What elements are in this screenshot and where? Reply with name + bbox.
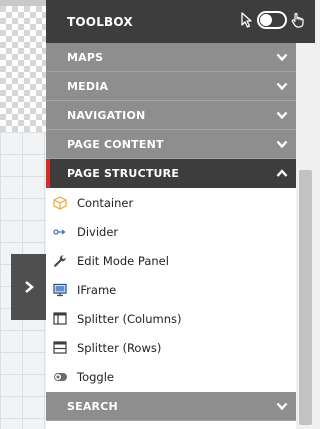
active-section-accent: [46, 159, 50, 188]
mode-toggle-switch[interactable]: [257, 11, 287, 29]
section-page-content[interactable]: PAGE CONTENT: [46, 130, 296, 159]
toolbox-item-container[interactable]: Container: [46, 188, 296, 217]
toolbox-item-label: Splitter (Rows): [77, 340, 162, 355]
toolbox-header: TOOLBOX: [46, 0, 315, 43]
section-label: NAVIGATION: [67, 108, 146, 122]
toolbox-item-label: Toggle: [77, 369, 114, 384]
section-maps[interactable]: MAPS: [46, 43, 296, 72]
hand-drag-icon[interactable]: [291, 12, 305, 28]
toolbox-collapse-handle[interactable]: [11, 254, 46, 320]
toolbox-scroll-area[interactable]: MAPS MEDIA NAVIGATION PAGE CONTENT PAGE STR…: [46, 43, 315, 429]
toolbox-item-splitter-rows[interactable]: Splitter (Rows): [46, 333, 296, 362]
wrench-icon: [52, 253, 68, 269]
section-label: PAGE STRUCTURE: [67, 167, 180, 180]
toolbox-mode-controls: [241, 11, 305, 29]
chevron-down-icon: [276, 53, 288, 62]
section-label: PAGE CONTENT: [67, 137, 164, 151]
toolbox-item-splitter-columns[interactable]: Splitter (Columns): [46, 304, 296, 333]
toolbox-item-label: Container: [77, 195, 134, 210]
splitter-columns-icon: [52, 311, 68, 327]
box-icon: [52, 195, 68, 211]
toolbox-scrollbar-thumb[interactable]: [299, 170, 312, 425]
toolbox-item-label: Edit Mode Panel: [77, 253, 169, 268]
checkerboard-area: [0, 0, 46, 132]
chevron-down-icon: [276, 111, 288, 120]
section-label: SEARCH: [67, 399, 118, 413]
cursor-pointer-icon[interactable]: [241, 12, 253, 28]
toolbox-item-toggle[interactable]: Toggle: [46, 362, 296, 391]
page-structure-items: Container Divider Edit Mode Panel IFrame Spl…: [46, 188, 296, 391]
chevron-down-icon: [276, 140, 288, 149]
chevron-down-icon: [276, 82, 288, 91]
monitor-icon: [52, 282, 68, 298]
toolbox-item-iframe[interactable]: IFrame: [46, 275, 296, 304]
section-label: MEDIA: [67, 79, 109, 93]
section-media[interactable]: MEDIA: [46, 72, 296, 101]
section-search[interactable]: SEARCH: [46, 392, 296, 421]
toolbox-item-label: Divider: [77, 224, 119, 239]
section-page-structure[interactable]: PAGE STRUCTURE: [46, 159, 296, 188]
chevron-down-icon: [276, 402, 288, 411]
toolbox-item-edit-mode-panel[interactable]: Edit Mode Panel: [46, 246, 296, 275]
divider-icon: [52, 224, 68, 240]
toolbox-item-label: IFrame: [77, 282, 117, 297]
splitter-rows-icon: [52, 340, 68, 356]
section-label: MAPS: [67, 50, 104, 64]
toolbox-item-divider[interactable]: Divider: [46, 217, 296, 246]
chevron-up-icon: [276, 169, 288, 177]
toolbox-title: TOOLBOX: [67, 14, 133, 29]
toolbox-item-label: Splitter (Columns): [77, 311, 182, 326]
toggle-icon: [52, 369, 68, 385]
section-navigation[interactable]: NAVIGATION: [46, 101, 296, 130]
toolbox-panel: TOOLBOX MAPS MEDIA NAVIGATION PAGE CONTENT …: [46, 0, 315, 429]
chevron-right-icon: [24, 281, 34, 293]
canvas-top-strip: [0, 0, 46, 6]
